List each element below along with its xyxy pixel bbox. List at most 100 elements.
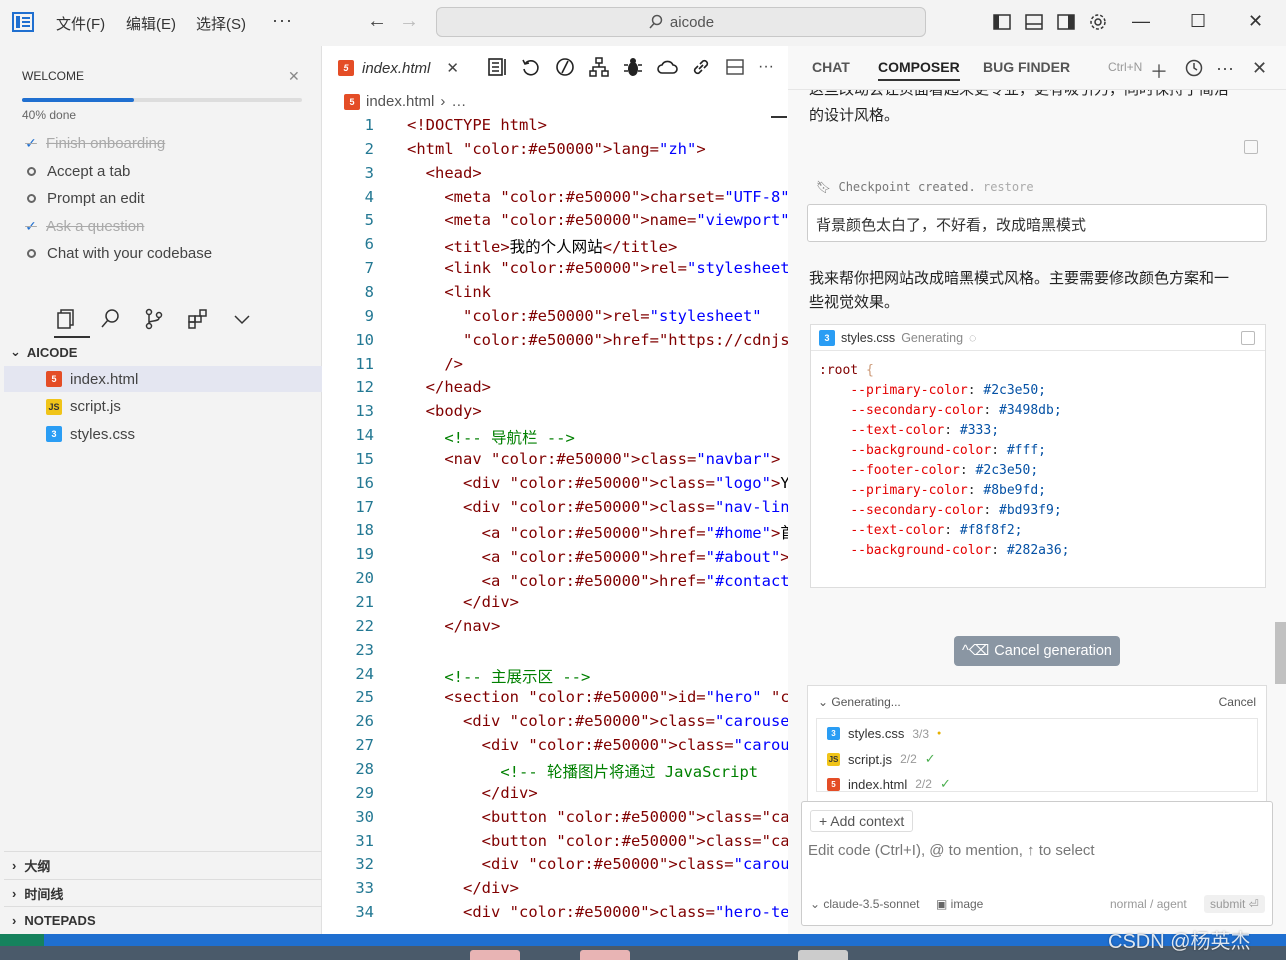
history-icon[interactable] <box>1184 58 1204 78</box>
code-line[interactable]: 28 <!-- 轮播图片将通过 JavaScript <box>322 760 788 784</box>
tab-chat[interactable]: CHAT <box>812 59 850 75</box>
generating-status[interactable]: ⌄ Generating... <box>818 695 901 709</box>
sidebar-section[interactable]: › NOTEPADS <box>4 906 322 934</box>
sidebar-section[interactable]: › 大纲 <box>4 851 322 879</box>
extensions-icon[interactable] <box>186 307 210 331</box>
code-line[interactable]: 24 <!-- 主展示区 --> <box>322 665 788 689</box>
model-selector[interactable]: ⌄ claude-3.5-sonnet <box>810 897 919 911</box>
code-line[interactable]: 17 <div "color:#e50000">class="nav-links… <box>322 498 788 522</box>
code-line[interactable]: 8 <link <box>322 283 788 307</box>
code-line[interactable]: 4 <meta "color:#e50000">charset="UTF-8" … <box>322 188 788 212</box>
plus-icon[interactable]: ＋ <box>1150 58 1168 84</box>
code-line[interactable]: 27 <div "color:#e50000">class="carousel-… <box>322 736 788 760</box>
taskbar-app[interactable] <box>470 950 520 960</box>
image-button[interactable]: ▣ image <box>936 897 983 911</box>
code-block-file[interactable]: styles.css <box>841 331 895 345</box>
code-line[interactable]: 12 </head> <box>322 378 788 402</box>
code-line[interactable]: 20 <a "color:#e50000">href="#contact">联系… <box>322 569 788 593</box>
split-editor-icon[interactable] <box>724 56 746 78</box>
toggle-sidebar-icon[interactable] <box>992 12 1012 32</box>
generated-file[interactable]: 5 index.html 2/2 ✓ <box>827 776 951 792</box>
onboarding-task[interactable]: Accept a tab <box>24 163 130 180</box>
menu-edit[interactable]: 编辑(E) <box>126 13 176 34</box>
code-line[interactable]: 32 <div "color:#e50000">class="carousel-… <box>322 855 788 879</box>
onboarding-task[interactable]: ✓ Ask a question <box>24 218 144 235</box>
submit-button[interactable]: submit ⏎ <box>1204 895 1265 913</box>
app-logo-icon[interactable] <box>12 12 34 32</box>
chevron-down-icon[interactable] <box>230 307 254 331</box>
add-context-button[interactable]: + Add context <box>810 810 914 832</box>
breadcrumb-file[interactable]: index.html <box>366 93 434 110</box>
composer-scrollbar[interactable] <box>1275 622 1286 684</box>
close-icon[interactable]: ✕ <box>446 59 459 77</box>
restore-link[interactable]: restore <box>983 180 1034 194</box>
file-item[interactable]: JS script.js <box>4 394 322 420</box>
code-line[interactable]: 21 </div> <box>322 593 788 617</box>
cancel-button[interactable]: Cancel <box>1219 695 1256 709</box>
code-line[interactable]: 13 <body> <box>322 402 788 426</box>
code-line[interactable]: 6 <title>我的个人网站</title> <box>322 235 788 259</box>
explorer-section-header[interactable]: ⌄ AICODE <box>10 344 77 360</box>
forward-arrow-icon[interactable]: → <box>399 10 419 33</box>
code-area[interactable]: 1 <!DOCTYPE html> 2 <html "color:#e50000">l… <box>322 116 788 934</box>
generated-file[interactable]: JS script.js 2/2 ✓ <box>827 751 936 767</box>
code-line[interactable]: 19 <a "color:#e50000">href="#about">关于我<… <box>322 545 788 569</box>
cancel-generation-button[interactable]: ^⌫ Cancel generation <box>954 636 1120 666</box>
code-line[interactable]: 3 <head> <box>322 164 788 188</box>
more-actions-button[interactable]: ··· <box>758 56 774 78</box>
onboarding-task[interactable]: Prompt an edit <box>24 190 145 207</box>
minimize-button[interactable]: — <box>1132 11 1150 32</box>
copy-icon[interactable] <box>1241 331 1255 345</box>
code-line[interactable]: 1 <!DOCTYPE html> <box>322 116 788 140</box>
code-line[interactable]: 26 <div "color:#e50000">class="carousel"… <box>322 712 788 736</box>
composer-input[interactable] <box>808 842 1266 859</box>
files-icon[interactable] <box>54 307 78 331</box>
preview-icon[interactable] <box>486 56 508 78</box>
tab-bug-finder[interactable]: BUG FINDER <box>983 59 1070 75</box>
code-line[interactable]: 31 <button "color:#e50000">class="carous… <box>322 832 788 856</box>
hierarchy-icon[interactable] <box>588 56 610 78</box>
close-icon[interactable]: ✕ <box>1252 58 1267 79</box>
cloud-icon[interactable] <box>656 56 678 78</box>
more-menu-button[interactable]: ··· <box>272 10 293 31</box>
code-line[interactable]: 7 <link "color:#e50000">rel="stylesheet"… <box>322 259 788 283</box>
disable-icon[interactable] <box>554 56 576 78</box>
code-line[interactable]: 25 <section "color:#e50000">id="hero" "c… <box>322 688 788 712</box>
gear-icon[interactable] <box>1088 12 1108 32</box>
close-icon[interactable]: ✕ <box>288 68 300 85</box>
mode-toggle[interactable]: normal / agent <box>1110 897 1187 911</box>
user-message[interactable]: 背景颜色太白了，不好看，改成暗黑模式 <box>807 204 1267 242</box>
file-item[interactable]: 3 styles.css <box>4 421 322 447</box>
menu-select[interactable]: 选择(S) <box>196 13 246 34</box>
close-window-button[interactable]: ✕ <box>1248 11 1263 32</box>
code-line[interactable]: 33 </div> <box>322 879 788 903</box>
more-icon[interactable]: ··· <box>1216 58 1234 79</box>
code-line[interactable]: 15 <nav "color:#e50000">class="navbar"> <box>322 450 788 474</box>
code-line[interactable]: 22 </nav> <box>322 617 788 641</box>
code-line[interactable]: 10 "color:#e50000">href="https://cdnjs.c… <box>322 331 788 355</box>
toggle-secondary-sidebar-icon[interactable] <box>1056 12 1076 32</box>
undo-icon[interactable] <box>520 56 542 78</box>
bug-icon[interactable] <box>622 56 644 78</box>
code-line[interactable]: 29 </div> <box>322 784 788 808</box>
taskbar-app[interactable] <box>580 950 630 960</box>
maximize-button[interactable]: ☐ <box>1190 11 1206 32</box>
onboarding-task[interactable]: Chat with your codebase <box>24 245 212 262</box>
code-line[interactable]: 2 <html "color:#e50000">lang="zh"> <box>322 140 788 164</box>
code-line[interactable]: 11 /> <box>322 355 788 379</box>
source-control-icon[interactable] <box>142 307 166 331</box>
code-line[interactable]: 14 <!-- 导航栏 --> <box>322 426 788 450</box>
code-line[interactable]: 34 <div "color:#e50000">class="hero-text… <box>322 903 788 927</box>
remote-indicator[interactable] <box>0 934 44 946</box>
back-arrow-icon[interactable]: ← <box>367 10 387 33</box>
code-line[interactable]: 23 <box>322 641 788 665</box>
breadcrumb-more[interactable]: … <box>451 93 466 110</box>
link-icon[interactable] <box>690 56 712 78</box>
toggle-panel-icon[interactable] <box>1024 12 1044 32</box>
menu-file[interactable]: 文件(F) <box>56 13 105 34</box>
sidebar-section[interactable]: › 时间线 <box>4 878 322 907</box>
copy-icon[interactable] <box>1244 140 1258 154</box>
tab-composer[interactable]: COMPOSER <box>878 59 960 81</box>
file-item[interactable]: 5 index.html <box>4 366 322 392</box>
command-center-search[interactable]: aicode <box>436 7 926 37</box>
